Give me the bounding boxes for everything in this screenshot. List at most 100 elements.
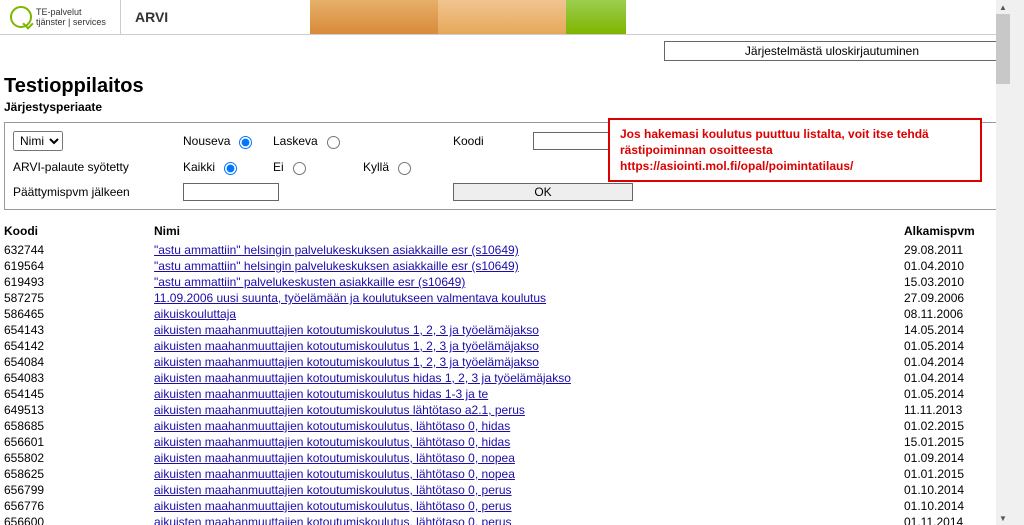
cell-koodi: 619564 <box>4 259 154 273</box>
cell-nimi: aikuisten maahanmuuttajien kotoutumiskou… <box>154 339 904 353</box>
table-row: 654084aikuisten maahanmuuttajien kotoutu… <box>4 354 1000 370</box>
cell-koodi: 656776 <box>4 499 154 513</box>
table-row: 658625aikuisten maahanmuuttajien kotoutu… <box>4 466 1000 482</box>
sort-field-select[interactable]: Nimi <box>13 131 63 151</box>
cell-koodi: 658625 <box>4 467 154 481</box>
arvi-all-radio[interactable] <box>224 162 237 175</box>
table-row: 654143aikuisten maahanmuuttajien kotoutu… <box>4 322 1000 338</box>
course-link[interactable]: "astu ammattiin" helsingin palvelukeskuk… <box>154 243 519 257</box>
cell-nimi: aikuisten maahanmuuttajien kotoutumiskou… <box>154 323 904 337</box>
cell-koodi: 655802 <box>4 451 154 465</box>
cell-koodi: 619493 <box>4 275 154 289</box>
table-row: 656600aikuisten maahanmuuttajien kotoutu… <box>4 514 1000 525</box>
brand-logo: TE-palvelut tjänster | services <box>0 0 120 34</box>
cell-nimi: aikuisten maahanmuuttajien kotoutumiskou… <box>154 515 904 525</box>
cell-koodi: 656600 <box>4 515 154 525</box>
course-link[interactable]: aikuisten maahanmuuttajien kotoutumiskou… <box>154 451 515 465</box>
cell-nimi: aikuisten maahanmuuttajien kotoutumiskou… <box>154 451 904 465</box>
course-link[interactable]: 11.09.2006 uusi suunta, työelämään ja ko… <box>154 291 546 305</box>
scroll-down-icon[interactable]: ▼ <box>996 511 1010 525</box>
arvi-yes-radio[interactable] <box>398 162 411 175</box>
course-link[interactable]: aikuiskouluttaja <box>154 307 236 321</box>
table-row: 655802aikuisten maahanmuuttajien kotoutu… <box>4 450 1000 466</box>
course-link[interactable]: aikuisten maahanmuuttajien kotoutumiskou… <box>154 419 510 433</box>
te-logo-icon <box>10 6 32 28</box>
cell-koodi: 586465 <box>4 307 154 321</box>
cell-nimi: aikuisten maahanmuuttajien kotoutumiskou… <box>154 355 904 369</box>
cell-koodi: 587275 <box>4 291 154 305</box>
sort-asc-label: Nouseva <box>183 134 230 148</box>
banner <box>182 0 1010 34</box>
cell-koodi: 654083 <box>4 371 154 385</box>
sort-desc-radio[interactable] <box>327 136 340 149</box>
end-after-input[interactable] <box>183 183 279 201</box>
cell-nimi: aikuisten maahanmuuttajien kotoutumiskou… <box>154 419 904 433</box>
course-link[interactable]: aikuisten maahanmuuttajien kotoutumiskou… <box>154 515 512 525</box>
cell-koodi: 654084 <box>4 355 154 369</box>
table-row: 649513aikuisten maahanmuuttajien kotoutu… <box>4 402 1000 418</box>
sort-desc-label: Laskeva <box>273 134 318 148</box>
course-link[interactable]: aikuisten maahanmuuttajien kotoutumiskou… <box>154 435 510 449</box>
scroll-thumb[interactable] <box>996 14 1010 84</box>
vertical-scrollbar[interactable]: ▲ ▼ <box>996 0 1010 525</box>
course-link[interactable]: aikuisten maahanmuuttajien kotoutumiskou… <box>154 371 571 385</box>
scroll-up-icon[interactable]: ▲ <box>996 0 1010 14</box>
cell-nimi: "astu ammattiin" palvelukeskusten asiakk… <box>154 275 904 289</box>
toolbar-row: Järjestelmästä uloskirjautuminen <box>0 35 1010 61</box>
table-row: 619564"astu ammattiin" helsingin palvelu… <box>4 258 1000 274</box>
course-link[interactable]: aikuisten maahanmuuttajien kotoutumiskou… <box>154 339 539 353</box>
table-row: 58727511.09.2006 uusi suunta, työelämään… <box>4 290 1000 306</box>
brand-top: TE-palvelut <box>36 7 106 17</box>
content: Testioppilaitos Järjestysperiaate Nimi N… <box>0 61 1010 525</box>
cell-nimi: aikuisten maahanmuuttajien kotoutumiskou… <box>154 499 904 513</box>
topbar: TE-palvelut tjänster | services ARVI <box>0 0 1010 35</box>
page-subtitle: Järjestysperiaate <box>4 100 1000 114</box>
cell-nimi: "astu ammattiin" helsingin palvelukeskuk… <box>154 243 904 257</box>
arvi-no-label: Ei <box>273 160 284 174</box>
col-nimi: Nimi <box>154 224 904 238</box>
col-koodi: Koodi <box>4 224 154 238</box>
cell-koodi: 632744 <box>4 243 154 257</box>
arvi-yes-label: Kyllä <box>363 160 389 174</box>
course-link[interactable]: aikuisten maahanmuuttajien kotoutumiskou… <box>154 387 488 401</box>
course-link[interactable]: aikuisten maahanmuuttajien kotoutumiskou… <box>154 403 525 417</box>
koodi-label: Koodi <box>453 134 484 148</box>
table-row: 656799aikuisten maahanmuuttajien kotoutu… <box>4 482 1000 498</box>
course-link[interactable]: "astu ammattiin" palvelukeskusten asiakk… <box>154 275 465 289</box>
course-link[interactable]: aikuisten maahanmuuttajien kotoutumiskou… <box>154 323 539 337</box>
arvi-label: ARVI-palaute syötetty <box>13 160 129 174</box>
cell-nimi: aikuisten maahanmuuttajien kotoutumiskou… <box>154 483 904 497</box>
table-row: 654145aikuisten maahanmuuttajien kotoutu… <box>4 386 1000 402</box>
cell-koodi: 654143 <box>4 323 154 337</box>
cell-nimi: aikuiskouluttaja <box>154 307 904 321</box>
cell-nimi: aikuisten maahanmuuttajien kotoutumiskou… <box>154 403 904 417</box>
sort-asc-radio[interactable] <box>239 136 252 149</box>
logout-button[interactable]: Järjestelmästä uloskirjautuminen <box>664 41 1000 61</box>
course-link[interactable]: aikuisten maahanmuuttajien kotoutumiskou… <box>154 355 539 369</box>
table-row: 654083aikuisten maahanmuuttajien kotoutu… <box>4 370 1000 386</box>
cell-koodi: 658685 <box>4 419 154 433</box>
table-row: 619493"astu ammattiin" palvelukeskusten … <box>4 274 1000 290</box>
cell-koodi: 656601 <box>4 435 154 449</box>
brand-text: TE-palvelut tjänster | services <box>36 7 106 27</box>
cell-nimi: aikuisten maahanmuuttajien kotoutumiskou… <box>154 435 904 449</box>
app-title: ARVI <box>121 0 182 34</box>
brand-bottom: tjänster | services <box>36 17 106 27</box>
cell-nimi: aikuisten maahanmuuttajien kotoutumiskou… <box>154 467 904 481</box>
ok-button[interactable]: OK <box>453 183 633 201</box>
table-row: 586465aikuiskouluttaja08.11.200603.05.20… <box>4 306 1000 322</box>
table-row: 658685aikuisten maahanmuuttajien kotoutu… <box>4 418 1000 434</box>
cell-nimi: aikuisten maahanmuuttajien kotoutumiskou… <box>154 387 904 401</box>
table-row: 656601aikuisten maahanmuuttajien kotoutu… <box>4 434 1000 450</box>
course-link[interactable]: "astu ammattiin" helsingin palvelukeskuk… <box>154 259 519 273</box>
course-link[interactable]: aikuisten maahanmuuttajien kotoutumiskou… <box>154 483 512 497</box>
arvi-no-radio[interactable] <box>293 162 306 175</box>
cell-nimi: aikuisten maahanmuuttajien kotoutumiskou… <box>154 371 904 385</box>
course-link[interactable]: aikuisten maahanmuuttajien kotoutumiskou… <box>154 467 515 481</box>
table-row: 656776aikuisten maahanmuuttajien kotoutu… <box>4 498 1000 514</box>
cell-koodi: 654142 <box>4 339 154 353</box>
cell-koodi: 649513 <box>4 403 154 417</box>
cell-nimi: "astu ammattiin" helsingin palvelukeskuk… <box>154 259 904 273</box>
warning-notice: Jos hakemasi koulutus puuttuu listalta, … <box>608 118 982 182</box>
course-link[interactable]: aikuisten maahanmuuttajien kotoutumiskou… <box>154 499 512 513</box>
